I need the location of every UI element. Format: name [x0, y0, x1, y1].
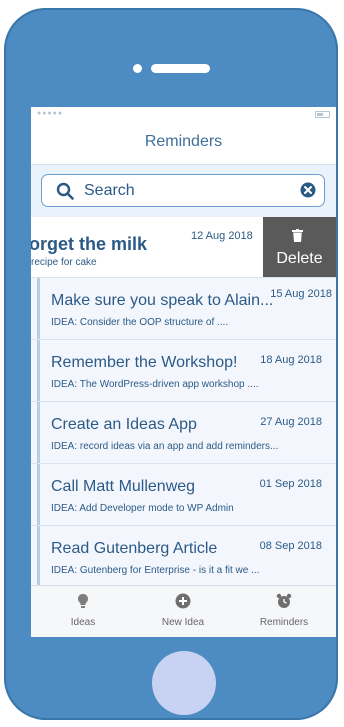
list-item-title: orget the milk — [31, 234, 148, 254]
app-screen: ●●●●● Reminders orget the milk — [31, 107, 336, 637]
list-item-subtitle: recipe for cake — [31, 257, 97, 268]
signal-dots-icon: ●●●●● — [37, 110, 64, 117]
list-item[interactable]: Read Gutenberg Article 08 Sep 2018 IDEA:… — [31, 526, 336, 585]
home-button[interactable] — [152, 651, 216, 715]
tab-label: New Idea — [161, 617, 205, 628]
list-item-subtitle: IDEA: Add Developer mode to WP Admin — [51, 503, 234, 514]
search-input[interactable] — [84, 180, 284, 202]
list-item[interactable]: Make sure you speak to Alain... 15 Aug 2… — [31, 278, 336, 340]
list-item-subtitle: IDEA: record ideas via an app and add re… — [51, 441, 279, 452]
list-item[interactable]: Call Matt Mullenweg 01 Sep 2018 IDEA: Ad… — [31, 464, 336, 526]
tab-ideas[interactable]: Ideas — [33, 586, 133, 637]
search-bar — [31, 164, 336, 218]
list-item-title: Call Matt Mullenweg — [51, 478, 196, 495]
list-item[interactable]: Create an Ideas App 27 Aug 2018 IDEA: re… — [31, 402, 336, 464]
list-item-title: Read Gutenberg Article — [51, 540, 218, 557]
search-icon — [56, 182, 74, 200]
tab-new-idea[interactable]: New Idea — [133, 586, 233, 637]
list-item-date: 27 Aug 2018 — [260, 416, 322, 428]
list-item-subtitle: IDEA: The WordPress-driven app workshop … — [51, 379, 259, 390]
list-item-subtitle: IDEA: Consider the OOP structure of .... — [51, 317, 229, 328]
list-item-date: 08 Sep 2018 — [259, 540, 322, 552]
status-bar: ●●●●● — [31, 107, 336, 119]
page-title: Reminders — [144, 133, 223, 150]
row-accent-bar — [37, 402, 40, 463]
list-item-subtitle: IDEA: Gutenberg for Enterprise - is it a… — [51, 565, 260, 576]
tab-label: Ideas — [70, 617, 96, 628]
list-item-date: 01 Sep 2018 — [259, 478, 322, 490]
list-item-title: Create an Ideas App — [51, 416, 197, 433]
alarm-clock-icon — [276, 593, 292, 608]
delete-label: Delete — [276, 250, 323, 267]
list-item[interactable]: Remember the Workshop! 18 Aug 2018 IDEA:… — [31, 340, 336, 402]
row-accent-bar — [37, 340, 40, 401]
tab-reminders[interactable]: Reminders — [234, 586, 334, 637]
lightbulb-icon — [78, 594, 88, 608]
speaker-slot — [151, 64, 210, 73]
tab-bar: Ideas New Idea Reminders — [31, 585, 336, 637]
battery-icon — [315, 111, 330, 118]
search-box[interactable] — [41, 174, 325, 207]
clear-search-icon[interactable] — [300, 182, 316, 198]
list-item-title: Make sure you speak to Alain... — [51, 292, 274, 309]
list-item-title: Remember the Workshop! — [51, 354, 238, 371]
plus-circle-icon — [175, 593, 191, 609]
row-accent-bar — [37, 278, 40, 339]
trash-icon — [292, 229, 303, 242]
phone-frame: ●●●●● Reminders orget the milk — [4, 8, 338, 720]
row-accent-bar — [37, 526, 40, 585]
list-item-date: 18 Aug 2018 — [260, 354, 322, 366]
camera-dot — [133, 64, 142, 73]
row-accent-bar — [37, 464, 40, 525]
tab-label: Reminders — [259, 617, 309, 628]
delete-button[interactable]: Delete — [263, 217, 336, 277]
reminder-list: orget the milk recipe for cake 12 Aug 20… — [31, 217, 336, 585]
swiped-list-item[interactable]: orget the milk recipe for cake 12 Aug 20… — [31, 217, 336, 278]
list-item-date: 15 Aug 2018 — [270, 288, 332, 300]
list-item-date: 12 Aug 2018 — [191, 230, 253, 242]
